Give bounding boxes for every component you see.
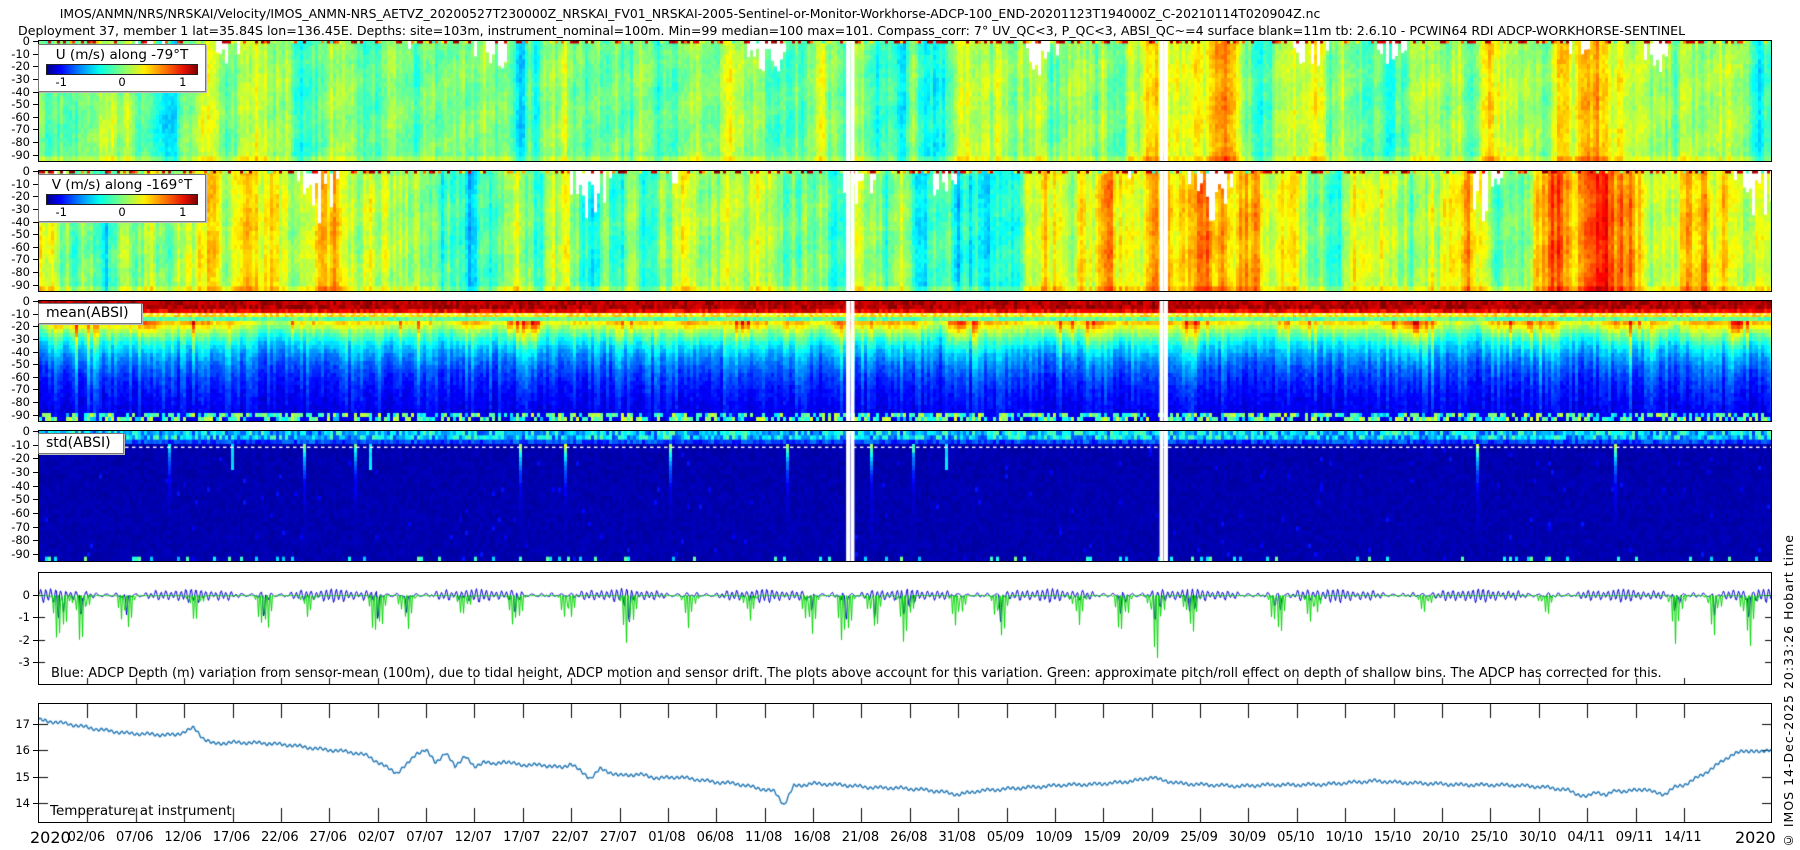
mean-absi-panel: 0-10-20-30-40-50-60-70-80-90 mean(ABSI) (38, 300, 1772, 422)
x-tick-label: 17/07 (503, 830, 540, 845)
x-tick-label: 15/09 (1084, 830, 1121, 845)
x-axis-year-end: 2020 (1735, 828, 1776, 847)
x-tick-label: 11/08 (745, 830, 782, 845)
y-tick-label: -60 (0, 506, 38, 520)
colorbar-tick-label: 1 (179, 75, 186, 89)
y-tick-label: 15 (0, 770, 38, 784)
colorbar-tick-label: 1 (179, 205, 186, 219)
colorbar-tick-label: 0 (118, 205, 125, 219)
x-tick-label: 02/07 (358, 830, 395, 845)
x-tick-label: 21/08 (842, 830, 879, 845)
depth-variation-annotation: Blue: ADCP Depth (m) variation from sens… (51, 666, 1662, 681)
y-tick-label: -50 (0, 492, 38, 506)
colorbar-tick-label: -1 (55, 75, 66, 89)
y-tick-label: 17 (0, 717, 38, 731)
v-velocity-legend-title: V (m/s) along -169°T (46, 177, 198, 193)
mean-absi-y-axis: 0-10-20-30-40-50-60-70-80-90 (0, 301, 38, 421)
y-tick-label: -90 (0, 278, 38, 292)
depth-variation-panel: 0-1-2-3 Blue: ADCP Depth (m) variation f… (38, 572, 1772, 685)
adcp-deployment-figure: IMOS/ANMN/NRS/NRSKAI/Velocity/IMOS_ANMN-… (0, 0, 1800, 850)
y-tick-label: 16 (0, 743, 38, 757)
x-tick-label: 26/08 (890, 830, 927, 845)
x-tick-label: 20/09 (1132, 830, 1169, 845)
x-tick-label: 07/06 (116, 830, 153, 845)
x-tick-label: 17/06 (213, 830, 250, 845)
x-tick-label: 25/10 (1471, 830, 1508, 845)
depth-variation-y-axis: 0 -1 -2 -3 (0, 573, 38, 684)
x-tick-label: 05/09 (987, 830, 1024, 845)
x-tick-label: 07/07 (406, 830, 443, 845)
y-tick-label: -30 (0, 465, 38, 479)
mean-absi-heatmap (39, 301, 1771, 421)
v-velocity-legend: V (m/s) along -169°T -1 0 1 (38, 174, 206, 222)
x-tick-label: 05/10 (1277, 830, 1314, 845)
std-absi-heatmap (39, 431, 1771, 561)
temperature-series-label: Temperature at instrument (50, 803, 232, 819)
std-absi-legend: std(ABSI) (38, 433, 124, 454)
x-tick-label: 20/10 (1422, 830, 1459, 845)
u-velocity-colorbar (46, 64, 198, 75)
colorbar-tick-label: -1 (55, 205, 66, 219)
x-tick-label: 10/09 (1035, 830, 1072, 845)
y-tick-label: -90 (0, 408, 38, 422)
std-absi-y-axis: 0-10-20-30-40-50-60-70-80-90 (0, 431, 38, 561)
u-velocity-y-axis: 0-10-20-30-40-50-60-70-80-90 (0, 41, 38, 161)
y-tick-label: -3 (0, 655, 38, 669)
v-velocity-colorbar-ticks: -1 0 1 (46, 205, 198, 219)
imos-watermark: © IMOS 14-Dec-2025 20:33:26 Hobart time (1781, 534, 1796, 848)
x-tick-label: 22/07 (551, 830, 588, 845)
figure-subtitle: Deployment 37, member 1 lat=35.84S lon=1… (18, 23, 1685, 38)
x-axis-year-start: 2020 (30, 828, 71, 847)
u-velocity-colorbar-ticks: -1 0 1 (46, 75, 198, 89)
v-velocity-heatmap (39, 171, 1771, 291)
y-tick-label: -80 (0, 533, 38, 547)
x-tick-label: 31/08 (938, 830, 975, 845)
x-tick-label: 09/11 (1616, 830, 1653, 845)
y-tick-label: -90 (0, 547, 38, 561)
x-tick-label: 30/09 (1229, 830, 1266, 845)
x-tick-label: 12/07 (455, 830, 492, 845)
mean-absi-legend: mean(ABSI) (38, 303, 142, 324)
v-velocity-y-axis: 0-10-20-30-40-50-60-70-80-90 (0, 171, 38, 291)
colorbar-tick-label: 0 (118, 75, 125, 89)
temperature-plot (39, 704, 1771, 822)
x-tick-label: 02/06 (68, 830, 105, 845)
x-tick-label: 12/06 (164, 830, 201, 845)
temperature-panel: 17161514 Temperature at instrument (38, 703, 1772, 823)
x-tick-label: 22/06 (261, 830, 298, 845)
x-tick-label: 27/07 (600, 830, 637, 845)
y-tick-label: -20 (0, 451, 38, 465)
x-tick-label: 30/10 (1519, 830, 1556, 845)
y-tick-label: -40 (0, 479, 38, 493)
x-tick-label: 01/08 (648, 830, 685, 845)
u-velocity-legend: U (m/s) along -79°T -1 0 1 (38, 44, 206, 92)
y-tick-label: 14 (0, 796, 38, 810)
x-axis-labels: 2020 2020 02/06 07/06 12/06 17/06 22/06 27/06… (0, 826, 1800, 848)
y-tick-label: -70 (0, 520, 38, 534)
y-tick-label: -90 (0, 148, 38, 162)
x-tick-label: 27/06 (310, 830, 347, 845)
v-velocity-panel: 0-10-20-30-40-50-60-70-80-90 V (m/s) alo… (38, 170, 1772, 292)
x-tick-label: 06/08 (697, 830, 734, 845)
y-tick-label: 0 (0, 424, 38, 438)
temperature-y-axis: 17 16 15 14 (0, 704, 38, 822)
x-tick-label: 16/08 (793, 830, 830, 845)
x-tick-label: 14/11 (1664, 830, 1701, 845)
x-tick-label: 25/09 (1180, 830, 1217, 845)
y-tick-label: 0 (0, 588, 38, 602)
v-velocity-colorbar (46, 194, 198, 205)
x-tick-label: 15/10 (1374, 830, 1411, 845)
x-tick-label: 04/11 (1567, 830, 1604, 845)
y-tick-label: -2 (0, 633, 38, 647)
u-velocity-panel: 0-10-20-30-40-50-60-70-80-90 U (m/s) alo… (38, 40, 1772, 162)
u-velocity-legend-title: U (m/s) along -79°T (46, 47, 198, 63)
figure-title: IMOS/ANMN/NRS/NRSKAI/Velocity/IMOS_ANMN-… (0, 6, 1380, 21)
y-tick-label: -10 (0, 438, 38, 452)
x-tick-label: 10/10 (1326, 830, 1363, 845)
u-velocity-heatmap (39, 41, 1771, 161)
std-absi-panel: 0-10-20-30-40-50-60-70-80-90 std(ABSI) (38, 430, 1772, 562)
y-tick-label: -1 (0, 610, 38, 624)
